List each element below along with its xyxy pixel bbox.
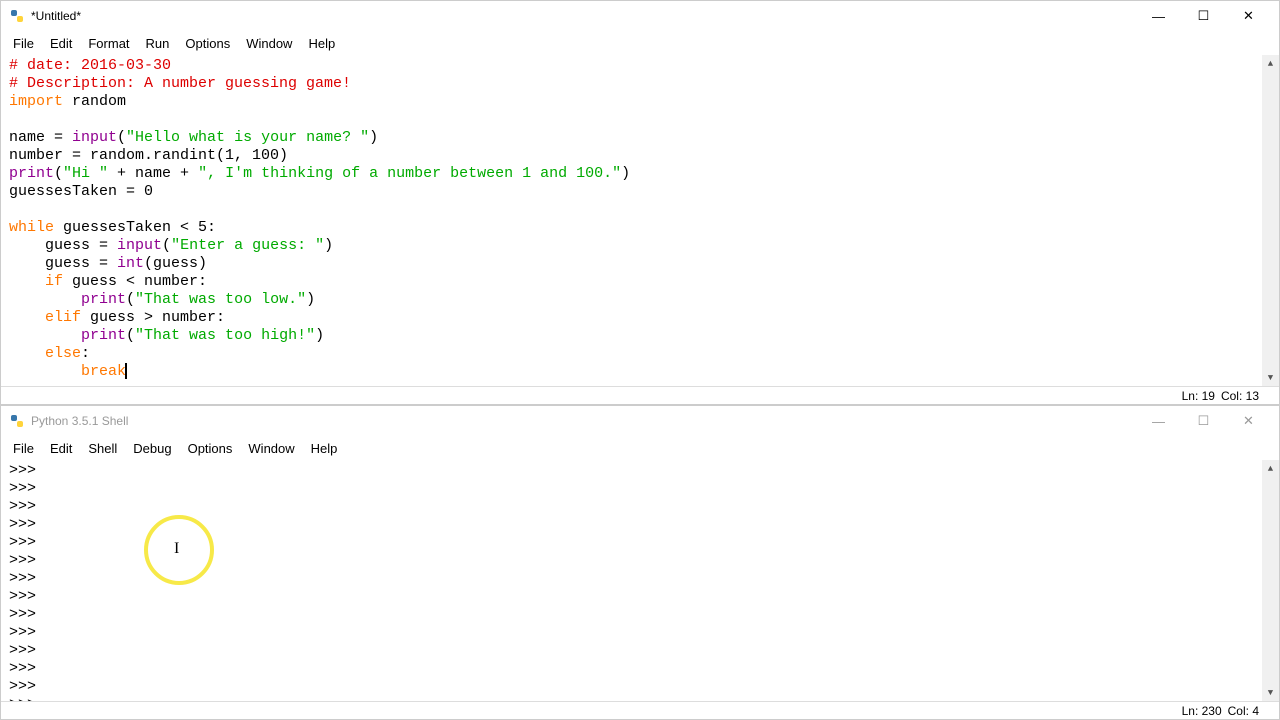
code-text: )	[369, 129, 378, 146]
menu-run[interactable]: Run	[138, 33, 178, 54]
code-text: (	[162, 237, 171, 254]
code-builtin: int	[117, 255, 144, 272]
shell-output-area[interactable]: >>> >>> >>> >>> >>> >>> >>> >>> >>> >>> …	[1, 460, 1279, 701]
code-text: guessesTaken < 5:	[54, 219, 216, 236]
shell-statusbar: Ln: 230 Col: 4	[1, 701, 1279, 719]
code-text	[9, 291, 81, 308]
code-keyword: import	[9, 93, 63, 110]
menu-options[interactable]: Options	[177, 33, 238, 54]
scroll-up-icon[interactable]: ▲	[1262, 55, 1279, 72]
menu-help[interactable]: Help	[303, 438, 346, 459]
menu-window[interactable]: Window	[240, 438, 302, 459]
menu-file[interactable]: File	[5, 438, 42, 459]
code-text: guess =	[9, 237, 117, 254]
code-text: + name +	[108, 165, 198, 182]
code-text: (	[126, 327, 135, 344]
status-line: Ln: 19	[1182, 389, 1215, 403]
scroll-down-icon[interactable]: ▼	[1262, 684, 1279, 701]
code-text: (	[126, 291, 135, 308]
menu-format[interactable]: Format	[80, 33, 137, 54]
code-builtin: print	[9, 165, 54, 182]
shell-window: Python 3.5.1 Shell — ☐ ✕ File Edit Shell…	[0, 405, 1280, 720]
maximize-button[interactable]: ☐	[1181, 407, 1226, 435]
code-builtin: print	[81, 327, 126, 344]
shell-scrollbar[interactable]: ▲ ▼	[1262, 460, 1279, 701]
menu-help[interactable]: Help	[300, 33, 343, 54]
menu-shell[interactable]: Shell	[80, 438, 125, 459]
code-text: )	[621, 165, 630, 182]
shell-menubar: File Edit Shell Debug Options Window Hel…	[1, 436, 1279, 460]
code-keyword: else	[9, 345, 81, 362]
code-string: "Enter a guess: "	[171, 237, 324, 254]
code-text: guess > number:	[81, 309, 225, 326]
menu-edit[interactable]: Edit	[42, 438, 80, 459]
code-text: random	[63, 93, 126, 110]
editor-statusbar: Ln: 19 Col: 13	[1, 386, 1279, 404]
close-button[interactable]: ✕	[1226, 407, 1271, 435]
annotation-cursor-icon: I	[174, 540, 179, 558]
python-icon	[9, 8, 25, 24]
code-builtin: input	[117, 237, 162, 254]
status-line: Ln: 230	[1182, 704, 1222, 718]
code-text: guessesTaken = 0	[9, 183, 153, 200]
code-text: (	[117, 129, 126, 146]
code-text: number = random.randint(1, 100)	[9, 147, 288, 164]
shell-prompt: >>> >>> >>> >>> >>> >>> >>> >>> >>> >>> …	[9, 462, 45, 701]
code-comment: # Description: A number guessing game!	[9, 75, 351, 92]
code-builtin: print	[81, 291, 126, 308]
editor-scrollbar[interactable]: ▲ ▼	[1262, 55, 1279, 386]
window-controls: — ☐ ✕	[1136, 2, 1271, 30]
editor-titlebar[interactable]: *Untitled* — ☐ ✕	[1, 1, 1279, 31]
scroll-track[interactable]	[1262, 477, 1279, 684]
code-string: "Hi "	[63, 165, 108, 182]
scroll-down-icon[interactable]: ▼	[1262, 369, 1279, 386]
annotation-circle	[144, 515, 214, 585]
code-string: "Hello what is your name? "	[126, 129, 369, 146]
code-keyword: while	[9, 219, 54, 236]
minimize-button[interactable]: —	[1136, 407, 1181, 435]
menu-window[interactable]: Window	[238, 33, 300, 54]
text-cursor	[125, 363, 127, 379]
minimize-button[interactable]: —	[1136, 2, 1181, 30]
code-text: guess < number:	[63, 273, 207, 290]
code-text	[9, 363, 81, 380]
status-col: Col: 13	[1221, 389, 1259, 403]
editor-menubar: File Edit Format Run Options Window Help	[1, 31, 1279, 55]
code-string: "That was too low."	[135, 291, 306, 308]
menu-debug[interactable]: Debug	[125, 438, 179, 459]
code-text: )	[324, 237, 333, 254]
editor-code-area[interactable]: # date: 2016-03-30 # Description: A numb…	[1, 55, 1279, 386]
code-string: "That was too high!"	[135, 327, 315, 344]
scroll-up-icon[interactable]: ▲	[1262, 460, 1279, 477]
code-builtin: input	[72, 129, 117, 146]
menu-file[interactable]: File	[5, 33, 42, 54]
scroll-track[interactable]	[1262, 72, 1279, 369]
code-text	[9, 327, 81, 344]
code-text: name =	[9, 129, 72, 146]
shell-title: Python 3.5.1 Shell	[31, 414, 1136, 428]
code-keyword: elif	[9, 309, 81, 326]
maximize-button[interactable]: ☐	[1181, 2, 1226, 30]
editor-window: *Untitled* — ☐ ✕ File Edit Format Run Op…	[0, 0, 1280, 405]
python-icon	[9, 413, 25, 429]
shell-titlebar[interactable]: Python 3.5.1 Shell — ☐ ✕	[1, 406, 1279, 436]
status-col: Col: 4	[1228, 704, 1259, 718]
code-keyword: break	[81, 363, 126, 380]
menu-edit[interactable]: Edit	[42, 33, 80, 54]
menu-options[interactable]: Options	[180, 438, 241, 459]
code-text: )	[306, 291, 315, 308]
code-comment: # date: 2016-03-30	[9, 57, 171, 74]
code-text: )	[315, 327, 324, 344]
code-string: ", I'm thinking of a number between 1 an…	[198, 165, 621, 182]
editor-title: *Untitled*	[31, 9, 1136, 23]
code-text: (	[54, 165, 63, 182]
code-keyword: if	[9, 273, 63, 290]
window-controls: — ☐ ✕	[1136, 407, 1271, 435]
code-text: :	[81, 345, 90, 362]
close-button[interactable]: ✕	[1226, 2, 1271, 30]
code-text: (guess)	[144, 255, 207, 272]
code-text: guess =	[9, 255, 117, 272]
